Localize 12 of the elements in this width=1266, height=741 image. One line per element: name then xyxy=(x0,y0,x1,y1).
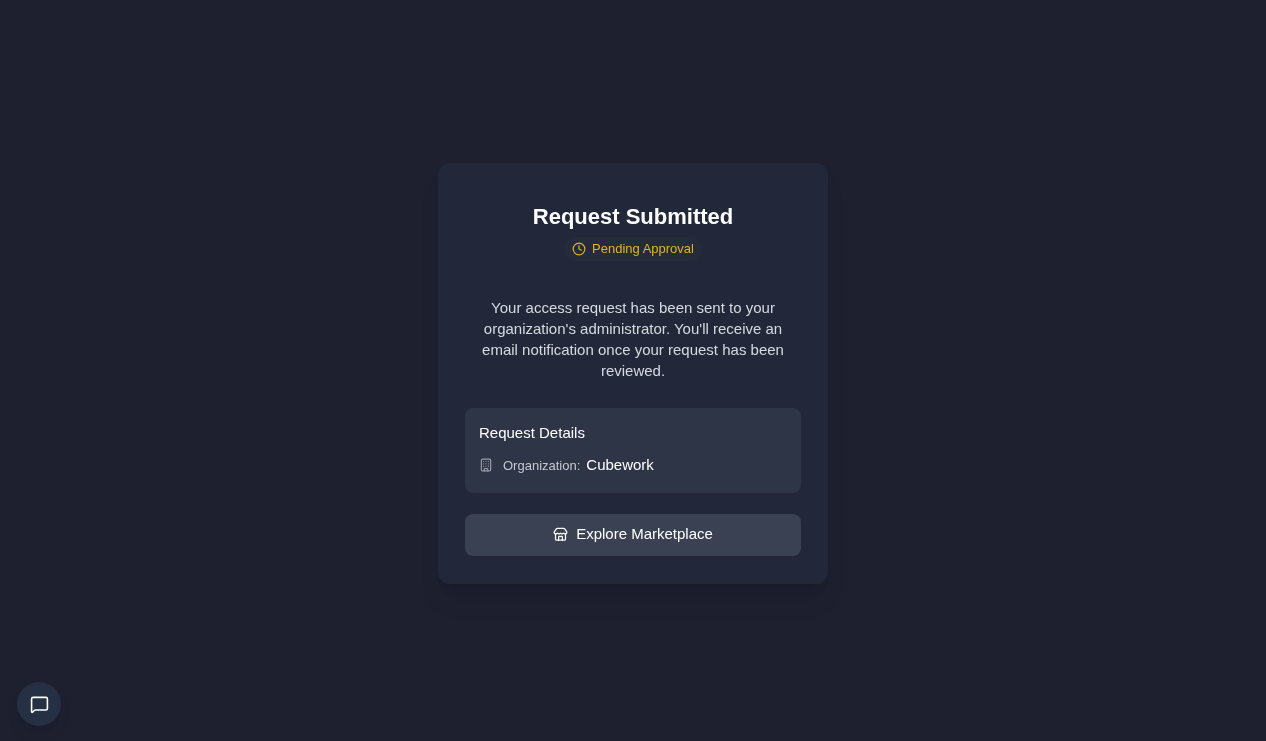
chat-icon xyxy=(29,694,49,714)
status-label: Pending Approval xyxy=(592,240,694,258)
building-icon xyxy=(479,458,493,473)
field-value: Cubework xyxy=(586,455,654,475)
explore-marketplace-button[interactable]: Explore Marketplace xyxy=(465,513,801,556)
store-icon xyxy=(553,527,569,542)
clock-icon xyxy=(572,241,587,256)
message: Your access request has been sent to your organization's administrator. You'll receive an email notification once your request has been reviewed. xyxy=(481,297,785,381)
chat-button[interactable] xyxy=(17,682,61,726)
field-label: Organization: xyxy=(503,456,581,475)
card-title: Request Submitted xyxy=(532,203,734,231)
details-heading: Request Details xyxy=(479,422,586,443)
